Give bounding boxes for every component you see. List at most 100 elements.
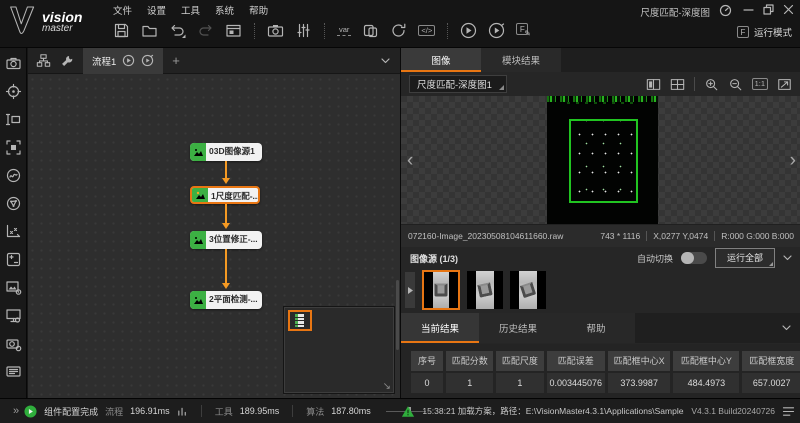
menu-settings[interactable]: 设置	[147, 3, 166, 17]
thumbnail-3[interactable]	[510, 271, 546, 309]
image-source-node-icon	[190, 143, 206, 161]
flow-canvas[interactable]: 03D图像源1 1尺度匹配-... 3位置修正-... 2平面检测-...	[28, 75, 400, 398]
close-button[interactable]	[783, 4, 794, 15]
auto-switch-toggle[interactable]	[681, 252, 707, 264]
viewer-toolbar: 尺度匹配-深度图1 1:1	[401, 72, 800, 96]
open-folder-icon[interactable]	[141, 22, 158, 39]
source-collapse-chevron-icon[interactable]	[783, 255, 792, 261]
save-icon[interactable]	[113, 22, 130, 39]
calibration-icon[interactable]	[5, 195, 22, 212]
notice-triangle-icon	[401, 405, 415, 418]
run-status-icon	[24, 405, 37, 418]
flow-collapse-chevron-icon[interactable]	[381, 58, 390, 64]
image-processing-icon[interactable]	[5, 279, 22, 296]
tab-help[interactable]: 帮助	[557, 313, 635, 343]
communication-icon[interactable]	[362, 22, 379, 39]
run-all-button[interactable]: 运行全部	[715, 248, 775, 268]
menu-tools[interactable]: 工具	[181, 3, 200, 17]
tab-module-results[interactable]: 模块结果	[481, 48, 561, 72]
io-panel-icon[interactable]	[5, 363, 22, 380]
script-icon[interactable]: </>	[418, 25, 435, 37]
deep-learning-icon[interactable]	[5, 167, 22, 184]
tab-history-result[interactable]: 历史结果	[479, 313, 557, 343]
measurement-icon[interactable]	[5, 111, 22, 128]
tool-sidebar	[0, 48, 27, 398]
table-row[interactable]: 0 1 1 0.003445076 373.9987 484.4973 657.…	[411, 373, 800, 393]
status-divider	[292, 405, 293, 417]
flow-tab[interactable]: 流程1	[83, 48, 163, 74]
node-scale-match[interactable]: 1尺度匹配-...	[190, 186, 260, 204]
flow-run-once-icon[interactable]	[122, 54, 135, 67]
parameters-icon[interactable]	[295, 22, 312, 39]
tab-image[interactable]: 图像	[401, 48, 481, 72]
fit-to-window-icon[interactable]	[777, 77, 792, 92]
camera-icon[interactable]	[267, 22, 284, 39]
zoom-in-icon[interactable]	[704, 77, 719, 92]
location-icon[interactable]	[5, 83, 22, 100]
result-collapse-chevron-icon[interactable]	[782, 325, 791, 331]
one-to-one-zoom-icon[interactable]: 1:1	[752, 78, 768, 90]
tab-current-result[interactable]: 当前结果	[401, 313, 479, 343]
col-header-scale: 匹配尺度	[496, 351, 543, 371]
acquisition-icon[interactable]	[5, 55, 22, 72]
flow-time-value: 196.91ms	[130, 406, 170, 416]
variables-icon[interactable]: var	[337, 25, 351, 36]
viewer-toolbar-divider	[694, 77, 695, 91]
minimap-viewport[interactable]	[288, 310, 312, 331]
node-image-source[interactable]: 03D图像源1	[190, 143, 262, 161]
app-logo: vision master	[8, 5, 82, 39]
redo-icon[interactable]	[197, 22, 214, 39]
menu-file[interactable]: 文件	[113, 3, 132, 17]
window-layout-icon[interactable]	[225, 22, 242, 39]
node-plane-detect[interactable]: 2平面检测-...	[190, 291, 262, 309]
split-four-view-icon[interactable]	[670, 77, 685, 92]
flow-hierarchy-icon[interactable]	[36, 53, 51, 68]
log-list-icon[interactable]	[782, 406, 795, 417]
thumbnail-expander-button[interactable]	[405, 272, 415, 308]
prev-image-chevron-icon[interactable]: ‹	[407, 151, 413, 170]
split-two-view-icon[interactable]	[646, 77, 661, 92]
flow-scrollbar[interactable]	[396, 280, 399, 350]
zoom-out-icon[interactable]	[728, 77, 743, 92]
cursor-coordinates: X,0277 Y,0474	[653, 231, 708, 241]
menu-bar: 文件 设置 工具 系统 帮助	[113, 3, 268, 17]
cell-scale: 1	[496, 373, 543, 393]
minimap-resize-icon[interactable]: ↘	[383, 381, 391, 392]
image-viewer[interactable]: ‹ ›	[401, 96, 800, 224]
recognition-icon[interactable]	[5, 139, 22, 156]
menu-system[interactable]: 系统	[215, 3, 234, 17]
cell-center-y: 484.4973	[673, 373, 739, 393]
menu-help[interactable]: 帮助	[249, 3, 268, 17]
sync-icon[interactable]	[390, 22, 407, 39]
next-image-chevron-icon[interactable]: ›	[790, 151, 796, 170]
thumbnail-2[interactable]	[467, 271, 503, 309]
flow-minimap[interactable]: ↘	[283, 306, 395, 394]
calculator-icon[interactable]	[5, 251, 22, 268]
sidebar-collapse-icon[interactable]: »	[13, 405, 17, 417]
image-source-dropdown[interactable]: 尺度匹配-深度图1	[409, 75, 507, 93]
node-position-fix[interactable]: 3位置修正-...	[190, 231, 262, 249]
capture-settings-icon[interactable]	[5, 335, 22, 352]
undo-icon[interactable]	[169, 22, 186, 39]
image-dimensions: 743 * 1116	[600, 231, 640, 241]
wrench-icon[interactable]	[60, 54, 74, 68]
add-flow-button[interactable]: +	[172, 53, 180, 68]
run-continuous-icon[interactable]	[488, 22, 505, 39]
minimize-button[interactable]	[743, 4, 754, 15]
display-settings-icon[interactable]	[5, 307, 22, 324]
status-divider	[201, 405, 202, 417]
gauge-icon[interactable]	[719, 4, 732, 17]
stats-icon[interactable]	[177, 406, 188, 417]
status-left: » 组件配置完成 流程 196.91ms 工具 189.95ms 算法 187.…	[0, 399, 426, 423]
run-mode-button[interactable]: F 运行模式	[737, 25, 792, 39]
run-once-icon[interactable]	[460, 22, 477, 39]
thumbnail-1[interactable]	[422, 270, 460, 310]
flow-time-label: 流程	[105, 405, 123, 418]
flow-tab-label: 流程1	[92, 54, 116, 68]
flow-run-loop-icon[interactable]	[141, 54, 154, 67]
alignment-icon[interactable]	[5, 223, 22, 240]
log-message: 15:38:21 加载方案，路径：E:\VisionMaster4.3.1\Ap…	[422, 405, 684, 417]
maximize-button[interactable]	[763, 4, 774, 15]
edit-scheme-icon[interactable]: F✎	[516, 23, 531, 38]
minimap-node	[295, 325, 304, 328]
